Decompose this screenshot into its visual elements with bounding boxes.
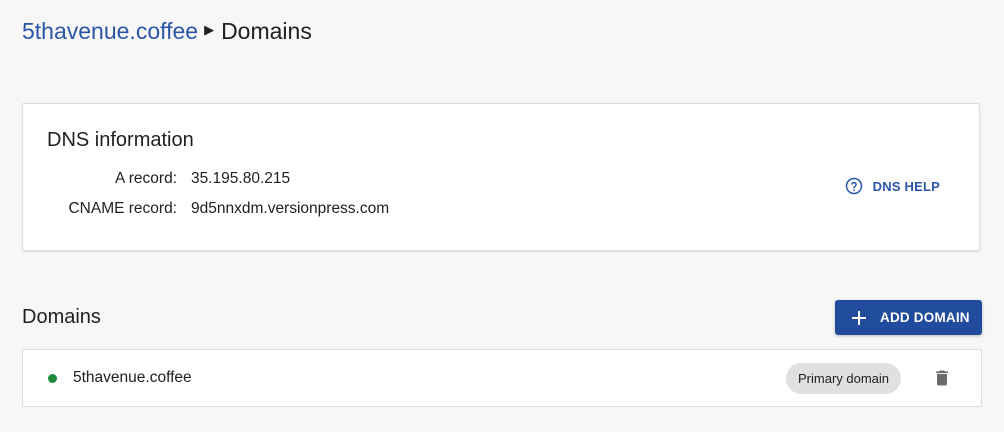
trash-icon[interactable] [932, 368, 952, 388]
help-circle-icon [845, 177, 862, 195]
dns-information-card: DNS information A record: 35.195.80.215 … [22, 103, 980, 251]
dns-card-title: DNS information [47, 129, 194, 151]
page-title: Domains [221, 18, 312, 44]
cname-record-label: CNAME record: [68, 200, 177, 217]
cname-record-value: 9d5nnxdm.versionpress.com [191, 200, 390, 217]
primary-domain-badge: Primary domain [786, 363, 902, 394]
domain-list-item: 5thavenue.coffee Primary domain [22, 349, 982, 407]
a-record-row: A record: 35.195.80.215 [47, 169, 290, 189]
plus-icon [852, 310, 866, 325]
status-active-dot-icon [48, 374, 57, 383]
breadcrumb-site-link[interactable]: 5thavenue.coffee [22, 17, 198, 45]
domain-name: 5thavenue.coffee [73, 369, 192, 386]
breadcrumb: 5thavenue.coffee ▶ Domains [22, 17, 312, 45]
add-domain-button[interactable]: ADD DOMAIN [835, 300, 982, 335]
a-record-label: A record: [114, 170, 177, 187]
dns-help-button[interactable]: DNS HELP [845, 177, 940, 195]
dns-help-label: DNS HELP [872, 178, 940, 194]
domains-section-heading: Domains [22, 306, 101, 328]
cname-record-row: CNAME record: 9d5nnxdm.versionpress.com [47, 199, 389, 219]
a-record-value: 35.195.80.215 [191, 170, 291, 187]
breadcrumb-separator-icon: ▶ [204, 22, 215, 37]
add-domain-label: ADD DOMAIN [880, 310, 970, 325]
